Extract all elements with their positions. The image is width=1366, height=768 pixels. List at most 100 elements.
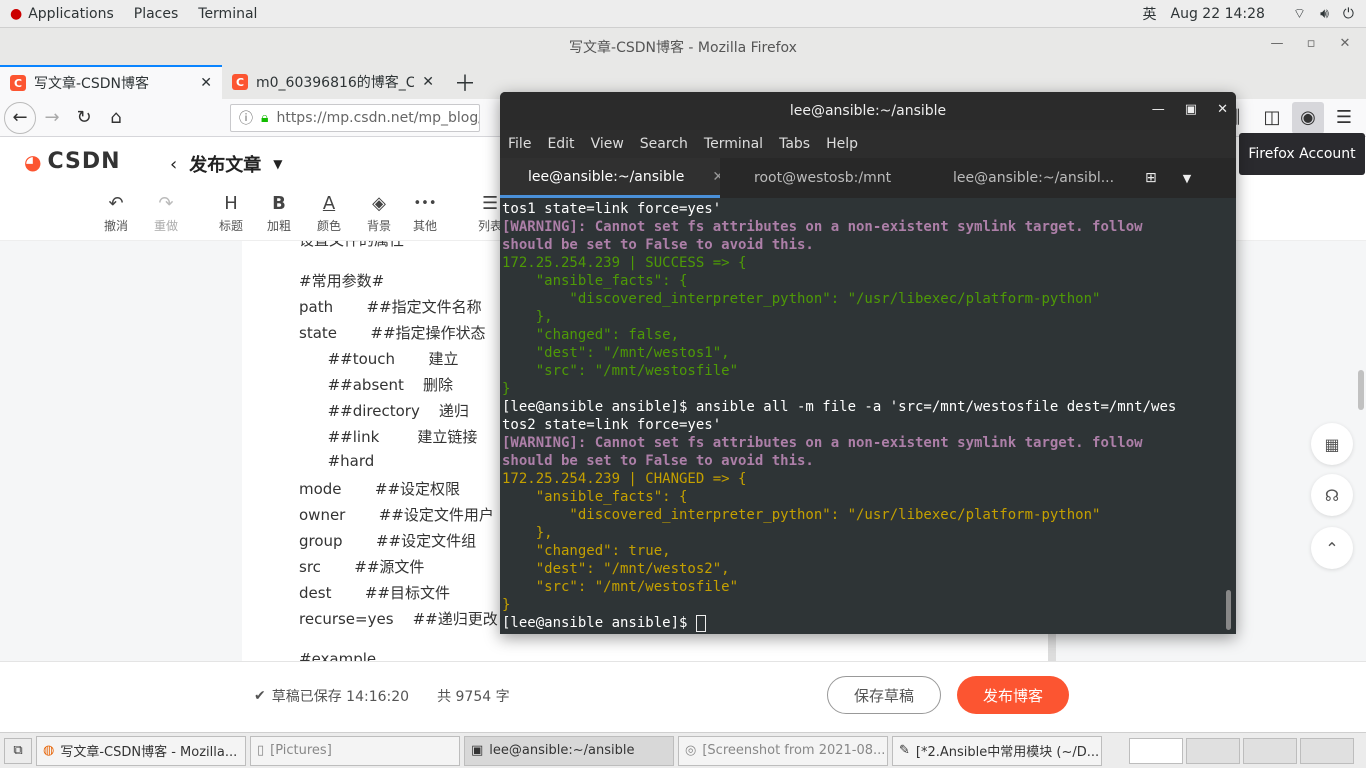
menu-search[interactable]: Search <box>632 136 696 152</box>
csdn-favicon-icon: C <box>10 75 26 91</box>
taskbar-item-terminal[interactable]: ▣ lee@ansible:~/ansible <box>464 735 674 766</box>
close-tab-icon[interactable]: ✕ <box>422 74 434 90</box>
applications-menu[interactable]: ● Applications <box>0 0 124 28</box>
terminal-line: [WARNING]: Cannot set fs attributes on a… <box>502 435 1143 451</box>
url-text: https://mp.csdn.net/mp_blog/c <box>276 109 480 126</box>
undo-button[interactable]: ↶ 撤消 <box>104 193 128 234</box>
new-tab-button[interactable]: ＋ <box>444 65 486 99</box>
taskbar-item-screenshot[interactable]: ◎ [Screenshot from 2021-08... <box>678 735 888 766</box>
heading-button[interactable]: H 标题 <box>219 193 243 234</box>
workspace-1[interactable] <box>1129 737 1183 764</box>
terminal-line: "changed": true, <box>502 543 671 559</box>
taskbar-item-editor[interactable]: ✎ [*2.Ansible中常用模块 (~/D... <box>892 735 1102 766</box>
home-icon[interactable]: ⌂ <box>100 102 132 134</box>
terminal-window[interactable]: lee@ansible:~/ansible — ▣ ✕ File Edit Vi… <box>500 92 1236 634</box>
close-tab-icon[interactable]: ✕ <box>712 169 720 185</box>
terminal-tab-3[interactable]: lee@ansible:~/ansibl... ✕ <box>920 158 1125 198</box>
more-button[interactable]: ••• 其他 <box>413 193 437 234</box>
taskbar-item-firefox[interactable]: ◍ 写文章-CSDN博客 - Mozilla... <box>36 735 246 766</box>
terminal-line: tos1 state=link force=yes' <box>502 201 722 217</box>
terminal-line: "changed": false, <box>502 327 680 343</box>
new-tab-icon[interactable]: ⊞ <box>1145 170 1157 186</box>
bold-button[interactable]: B 加粗 <box>267 193 291 234</box>
redo-button[interactable]: ↷ 重做 <box>154 193 178 234</box>
terminal-tab-2[interactable]: root@westosb:/mnt ✕ <box>720 158 920 198</box>
forward-icon[interactable]: → <box>36 102 68 134</box>
tool-label: 其他 <box>413 219 438 233</box>
clock[interactable]: Aug 22 14:28 <box>1171 6 1265 22</box>
terminal-line: 172.25.254.239 | CHANGED => { <box>502 471 747 487</box>
reload-icon[interactable]: ↻ <box>68 102 100 134</box>
chevron-down-icon[interactable]: ▼ <box>273 157 282 171</box>
word-count: 共 9754 字 <box>437 689 510 705</box>
tab-menu-chevron-icon[interactable]: ▼ <box>1183 172 1191 185</box>
close-icon[interactable]: ✕ <box>1332 36 1358 51</box>
editor-line: ##touch 建立 <box>299 350 459 368</box>
terminal-line: } <box>502 381 511 397</box>
taskbar-label: [*2.Ansible中常用模块 (~/D... <box>915 745 1100 760</box>
back-to-top-icon[interactable]: ⌃ <box>1311 527 1353 569</box>
taskbar-item-pictures[interactable]: ▯ [Pictures] <box>250 735 460 766</box>
info-icon[interactable]: ⓘ <box>239 108 253 128</box>
workspace-4[interactable] <box>1300 737 1354 764</box>
editor-line: ##directory 递归 <box>299 402 469 420</box>
tab-write-article[interactable]: C 写文章-CSDN博客 ✕ <box>0 65 222 99</box>
qrcode-icon[interactable]: ▦ <box>1311 423 1353 465</box>
maximize-icon[interactable]: ▫ <box>1298 36 1324 51</box>
terminal-tab-1[interactable]: lee@ansible:~/ansible ✕ <box>500 158 720 198</box>
undo-icon: ↶ <box>108 193 124 214</box>
power-icon[interactable]: ⏻ <box>1343 6 1354 22</box>
back-arrow-icon[interactable]: ‹ <box>170 154 177 175</box>
background-icon: ◈ <box>372 193 386 214</box>
menu-help[interactable]: Help <box>818 136 866 152</box>
terminal-output[interactable]: tos1 state=link force=yes' [WARNING]: Can… <box>500 198 1226 634</box>
redhat-icon: ● <box>10 5 23 22</box>
editor-line: src ##源文件 <box>299 558 425 576</box>
logo-text: CSDN <box>47 149 121 174</box>
input-method-indicator[interactable]: 英 <box>1143 4 1157 24</box>
terminal-scrollbar[interactable] <box>1226 590 1231 630</box>
text-editor-icon: ✎ <box>899 743 910 758</box>
close-icon[interactable]: ✕ <box>1217 102 1228 117</box>
headset-icon[interactable]: ☊ <box>1311 474 1353 516</box>
tool-label: 加粗 <box>267 219 292 233</box>
minimize-icon[interactable]: — <box>1152 102 1165 117</box>
color-button[interactable]: A 颜色 <box>317 193 341 234</box>
list-button[interactable]: ☰ 列表 <box>478 193 502 234</box>
menu-file[interactable]: File <box>500 136 539 152</box>
menu-terminal[interactable]: Terminal <box>696 136 771 152</box>
terminal-tabs: lee@ansible:~/ansible ✕ root@westosb:/mn… <box>500 158 1236 198</box>
save-draft-button[interactable]: 保存草稿 <box>827 676 941 714</box>
menu-tabs[interactable]: Tabs <box>771 136 818 152</box>
url-bar[interactable]: ⓘ 🔒︎ https://mp.csdn.net/mp_blog/c <box>230 103 480 132</box>
csdn-favicon-icon: C <box>232 74 248 90</box>
back-icon[interactable]: ← <box>4 101 36 134</box>
menu-view[interactable]: View <box>583 136 632 152</box>
sidebar-icon[interactable]: ◫ <box>1256 102 1288 134</box>
publish-button[interactable]: 发布博客 <box>957 676 1069 714</box>
page-scrollbar[interactable] <box>1358 370 1364 410</box>
account-icon[interactable]: ◉ <box>1292 101 1324 134</box>
terminal-line: should be set to False to avoid this. <box>502 453 814 469</box>
terminal-prompt-line: [lee@ansible ansible]$ <box>502 614 1224 632</box>
terminal-line: }, <box>502 309 553 325</box>
workspace-2[interactable] <box>1186 737 1240 764</box>
background-button[interactable]: ◈ 背景 <box>367 193 391 234</box>
show-desktop-icon[interactable]: ⧉ <box>4 737 32 764</box>
terminal-menu[interactable]: Terminal <box>188 0 267 28</box>
close-tab-icon[interactable]: ✕ <box>200 75 212 91</box>
editor-line: dest ##目标文件 <box>299 584 450 602</box>
workspace-3[interactable] <box>1243 737 1297 764</box>
wifi-icon[interactable]: ⌔ <box>1293 5 1306 23</box>
places-menu[interactable]: Places <box>124 0 189 28</box>
minimize-icon[interactable]: — <box>1264 36 1290 51</box>
csdn-logo[interactable]: ◕ CSDN <box>24 149 121 174</box>
menu-icon[interactable]: ☰ <box>1328 102 1360 134</box>
maximize-icon[interactable]: ▣ <box>1185 102 1197 117</box>
menu-edit[interactable]: Edit <box>539 136 582 152</box>
terminal-line: 172.25.254.239 | SUCCESS => { <box>502 255 747 271</box>
editor-line: owner ##设定文件用户 <box>299 506 494 524</box>
tab-blog[interactable]: C m0_60396816的博客_CS ✕ <box>222 65 444 99</box>
save-status: ✔ 草稿已保存 14:16:20 共 9754 字 <box>254 686 510 706</box>
volume-icon[interactable]: 🔊︎ <box>1320 6 1329 22</box>
